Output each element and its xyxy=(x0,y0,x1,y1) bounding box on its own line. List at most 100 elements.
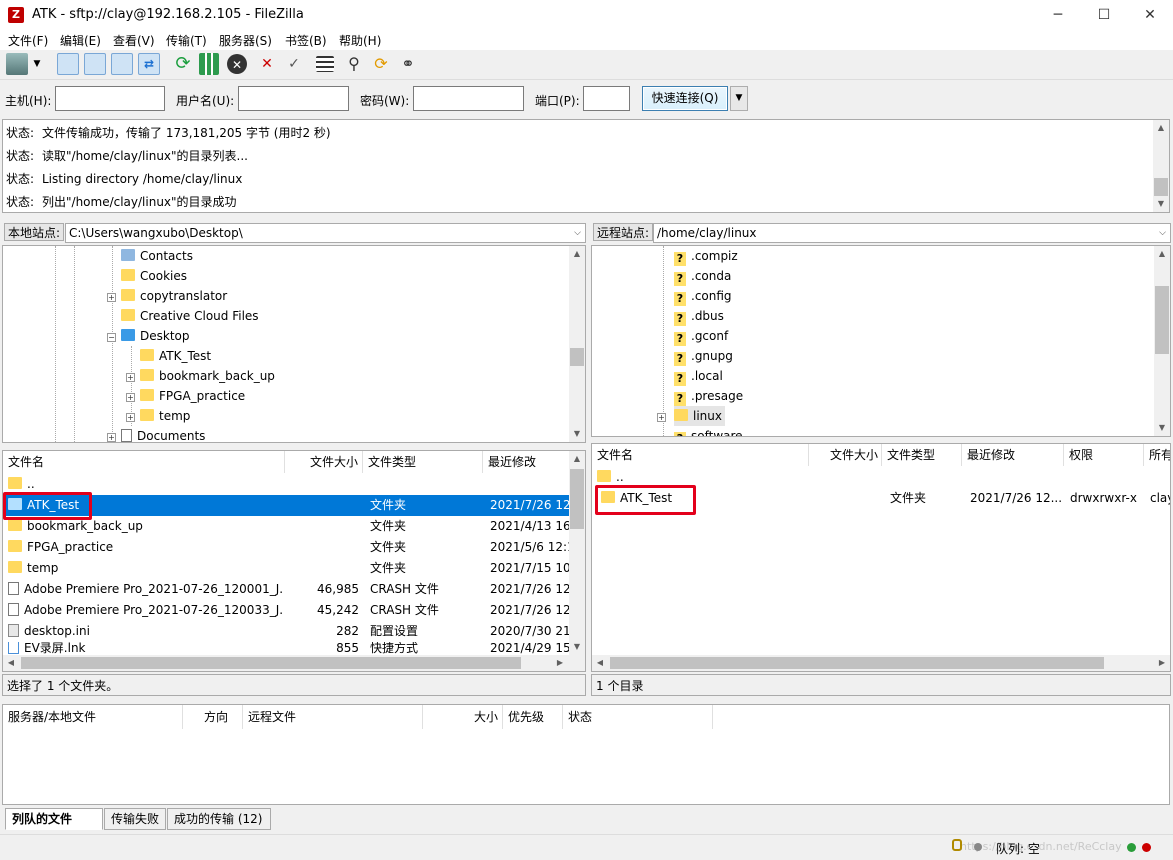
remote-path-input[interactable]: /home/clay/linux ⌵ xyxy=(653,223,1171,243)
scroll-thumb[interactable] xyxy=(570,348,584,366)
toggle-log-icon[interactable] xyxy=(57,53,79,75)
queue-col-local[interactable]: 服务器/本地文件 xyxy=(3,705,183,729)
tree-item-temp[interactable]: temp xyxy=(140,406,190,426)
reconnect-icon[interactable]: ✓ xyxy=(283,53,305,75)
scroll-up-icon[interactable]: ▲ xyxy=(1153,120,1169,136)
tree-item-copytranslator[interactable]: copytranslator xyxy=(121,286,227,306)
tree-item-contacts[interactable]: Contacts xyxy=(121,246,193,266)
expand-icon[interactable]: + xyxy=(107,293,116,302)
local-path-input[interactable]: C:\Users\wangxubo\Desktop\ ⌵ xyxy=(65,223,586,243)
scroll-down-icon[interactable]: ▼ xyxy=(1153,196,1169,212)
tree-item-bookmark[interactable]: bookmark_back_up xyxy=(140,366,275,386)
compare-icon[interactable]: ⚲ xyxy=(343,53,365,75)
col-permissions[interactable]: 权限 xyxy=(1064,444,1144,466)
tree-item-desktop[interactable]: Desktop xyxy=(121,326,190,346)
scroll-thumb[interactable] xyxy=(21,657,521,669)
scroll-up-icon[interactable]: ▲ xyxy=(1154,246,1170,262)
scroll-up-icon[interactable]: ▲ xyxy=(569,451,585,467)
queue-col-size[interactable]: 大小 xyxy=(423,705,503,729)
file-row[interactable]: EV录屏.lnk 855 快捷方式 2021/4/29 15 xyxy=(3,642,569,656)
tree-item-linux[interactable]: linux xyxy=(674,406,725,426)
expand-icon[interactable]: + xyxy=(126,413,135,422)
tree-item-compiz[interactable]: ? .compiz xyxy=(674,246,738,266)
file-row[interactable]: temp 文件夹 2021/7/15 10 xyxy=(3,558,570,579)
toggle-remote-tree-icon[interactable] xyxy=(111,53,133,75)
quickconnect-history-dropdown[interactable]: ▼ xyxy=(730,86,748,111)
col-filesize[interactable]: 文件大小 xyxy=(285,451,363,473)
tab-failed-transfers[interactable]: 传输失败 xyxy=(104,808,166,830)
tree-item-atk-test[interactable]: ATK_Test xyxy=(140,346,211,366)
queue-col-direction[interactable]: 方向 xyxy=(183,705,243,729)
scroll-left-icon[interactable]: ◀ xyxy=(3,655,19,671)
menu-help[interactable]: 帮助(H) xyxy=(339,32,381,49)
dropdown-icon[interactable]: ▼ xyxy=(30,53,44,75)
col-modified[interactable]: 最近修改 xyxy=(962,444,1064,466)
local-list-hscrollbar[interactable]: ◀ ▶ xyxy=(3,655,585,671)
search-icon[interactable]: ⚭ xyxy=(397,53,419,75)
tree-item-dbus[interactable]: ? .dbus xyxy=(674,306,724,326)
expand-icon[interactable]: + xyxy=(107,433,116,442)
local-list-scrollbar[interactable]: ▲ ▼ xyxy=(569,451,585,655)
file-row[interactable]: Adobe Premiere Pro_2021-07-26_120033_J..… xyxy=(3,600,570,621)
menu-edit[interactable]: 编辑(E) xyxy=(60,32,101,49)
remote-list-hscrollbar[interactable]: ◀ ▶ xyxy=(592,655,1170,671)
tree-item-presage[interactable]: ? .presage xyxy=(674,386,743,406)
chevron-down-icon[interactable]: ⌵ xyxy=(1159,224,1166,242)
tree-item-conda[interactable]: ? .conda xyxy=(674,266,731,286)
chevron-down-icon[interactable]: ⌵ xyxy=(574,224,581,242)
tab-queued-files[interactable]: 列队的文件 xyxy=(5,808,103,830)
queue-col-status[interactable]: 状态 xyxy=(563,705,713,729)
tree-item-fpga[interactable]: FPGA_practice xyxy=(140,386,245,406)
scroll-down-icon[interactable]: ▼ xyxy=(1154,420,1170,436)
username-input[interactable] xyxy=(238,86,349,111)
disconnect-icon[interactable]: ✕ xyxy=(256,53,278,75)
menu-bookmarks[interactable]: 书签(B) xyxy=(285,32,327,49)
menu-server[interactable]: 服务器(S) xyxy=(219,32,272,49)
menu-view[interactable]: 查看(V) xyxy=(113,32,155,49)
col-filesize[interactable]: 文件大小 xyxy=(809,444,882,466)
scroll-right-icon[interactable]: ▶ xyxy=(1154,655,1170,671)
local-tree-scrollbar[interactable]: ▲ ▼ xyxy=(569,246,585,442)
col-filename[interactable]: 文件名 xyxy=(3,451,285,473)
quickconnect-button[interactable]: 快速连接(Q) xyxy=(642,86,728,111)
col-owner[interactable]: 所有 xyxy=(1144,444,1170,466)
close-button[interactable]: ✕ xyxy=(1127,0,1173,30)
expand-icon[interactable]: + xyxy=(657,413,666,422)
col-modified[interactable]: 最近修改 xyxy=(483,451,571,473)
port-input[interactable] xyxy=(583,86,630,111)
toggle-local-tree-icon[interactable] xyxy=(84,53,106,75)
sync-browse-icon[interactable]: ⟳ xyxy=(370,53,392,75)
remote-tree-scrollbar[interactable]: ▲ ▼ xyxy=(1154,246,1170,436)
maximize-button[interactable]: ☐ xyxy=(1081,0,1127,30)
menu-file[interactable]: 文件(F) xyxy=(8,32,48,49)
col-filetype[interactable]: 文件类型 xyxy=(882,444,962,466)
file-row[interactable]: Adobe Premiere Pro_2021-07-26_120001_J..… xyxy=(3,579,570,600)
scroll-thumb[interactable] xyxy=(1154,178,1168,196)
expand-icon[interactable]: + xyxy=(126,393,135,402)
tab-successful-transfers[interactable]: 成功的传输 (12) xyxy=(167,808,271,830)
tree-item-config[interactable]: ? .config xyxy=(674,286,732,306)
tree-item-local[interactable]: ? .local xyxy=(674,366,723,386)
password-input[interactable] xyxy=(413,86,524,111)
scroll-thumb[interactable] xyxy=(1155,286,1169,354)
toggle-queue-icon[interactable]: ⇄ xyxy=(138,53,160,75)
scroll-down-icon[interactable]: ▼ xyxy=(569,639,585,655)
menu-transfer[interactable]: 传输(T) xyxy=(166,32,207,49)
col-filename[interactable]: 文件名 xyxy=(592,444,809,466)
scroll-down-icon[interactable]: ▼ xyxy=(569,426,585,442)
scroll-thumb[interactable] xyxy=(570,469,584,529)
host-input[interactable] xyxy=(55,86,165,111)
tree-item-gconf[interactable]: ? .gconf xyxy=(674,326,728,346)
site-manager-icon[interactable] xyxy=(6,53,28,75)
queue-col-priority[interactable]: 优先级 xyxy=(503,705,563,729)
tree-item-documents[interactable]: Documents xyxy=(121,426,205,442)
tree-item-software[interactable]: ?software xyxy=(674,426,743,436)
minimize-button[interactable]: ─ xyxy=(1035,0,1081,30)
refresh-icon[interactable]: ⟳ xyxy=(172,53,194,75)
filter-icon[interactable] xyxy=(316,56,334,72)
process-queue-icon[interactable] xyxy=(199,53,219,75)
tree-item-creative-cloud[interactable]: Creative Cloud Files xyxy=(121,306,259,326)
tree-item-cookies[interactable]: Cookies xyxy=(121,266,187,286)
log-scrollbar[interactable]: ▲ ▼ xyxy=(1153,120,1169,212)
tree-item-gnupg[interactable]: ? .gnupg xyxy=(674,346,733,366)
